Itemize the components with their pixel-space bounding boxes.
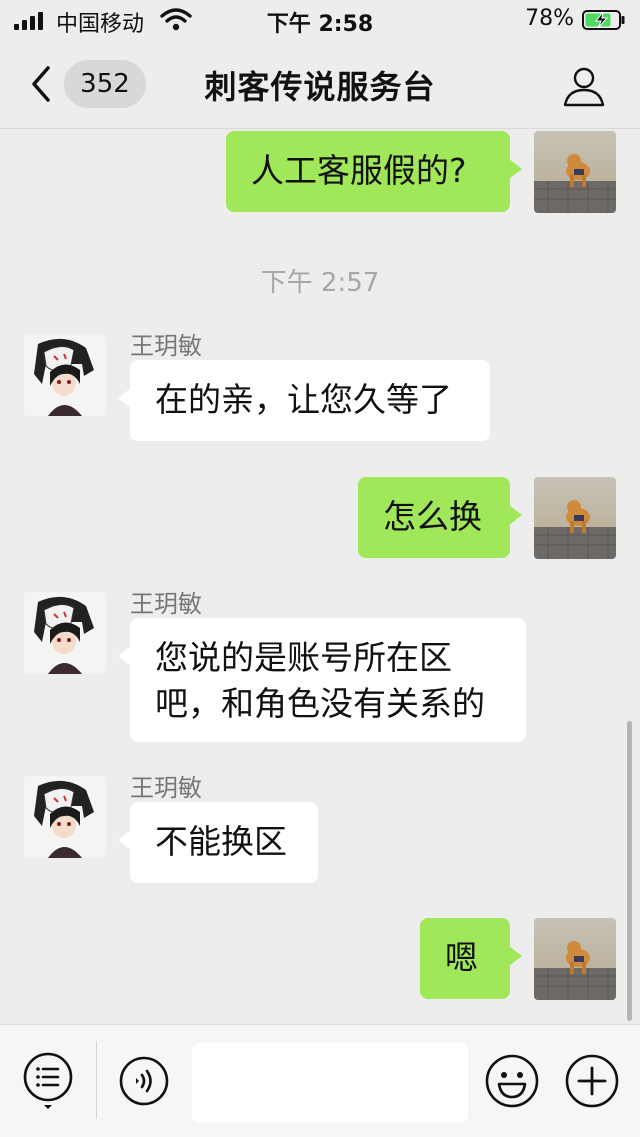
toolbar-divider — [96, 1041, 97, 1119]
my-message-bubble[interactable]: 人工客服假的? — [226, 131, 522, 212]
chat-header: 352 刺客传说服务台 — [0, 40, 640, 129]
person-icon[interactable] — [562, 64, 606, 108]
sender-name: 王玥敏 — [130, 590, 202, 618]
plus-icon[interactable] — [564, 1053, 620, 1109]
my-message-bubble[interactable]: 怎么换 — [358, 477, 522, 558]
status-bar: 中国移动 下午 2:58 78% — [0, 0, 640, 40]
dog-photo-avatar[interactable] — [534, 131, 616, 213]
list-icon[interactable] — [22, 1051, 74, 1111]
message-text-line: 吧，和角色没有关系的 — [155, 684, 485, 723]
dog-photo-avatar[interactable] — [534, 918, 616, 1000]
message-list[interactable]: 人工客服假的? 下午 2:57 王玥敏 在的亲，让您久等了 怎么换 王玥敏 您说… — [0, 129, 640, 1024]
battery-percentage: 78% — [525, 6, 574, 31]
agent-avatar[interactable] — [24, 776, 106, 858]
dog-photo-avatar[interactable] — [534, 477, 616, 559]
message-timestamp: 下午 2:57 — [260, 268, 380, 298]
battery-charging-icon — [582, 10, 625, 30]
agent-avatar[interactable] — [24, 592, 106, 674]
agent-message-bubble[interactable]: 在的亲，让您久等了 — [118, 360, 490, 441]
smile-icon[interactable] — [484, 1053, 540, 1109]
sender-name: 王玥敏 — [130, 332, 202, 360]
input-toolbar — [0, 1024, 640, 1137]
sender-name: 王玥敏 — [130, 774, 202, 802]
agent-message-bubble[interactable]: 不能换区 — [118, 802, 318, 883]
agent-message-bubble[interactable]: 您说的是账号所在区 吧，和角色没有关系的 — [118, 618, 526, 742]
agent-avatar[interactable] — [24, 334, 106, 416]
voice-icon[interactable] — [118, 1055, 170, 1107]
page-title: 刺客传说服务台 — [204, 68, 436, 106]
message-input[interactable] — [192, 1043, 468, 1123]
my-message-bubble[interactable]: 嗯 — [420, 918, 522, 999]
message-text-line: 您说的是账号所在区 — [155, 638, 452, 677]
scrollbar[interactable] — [627, 721, 632, 1021]
